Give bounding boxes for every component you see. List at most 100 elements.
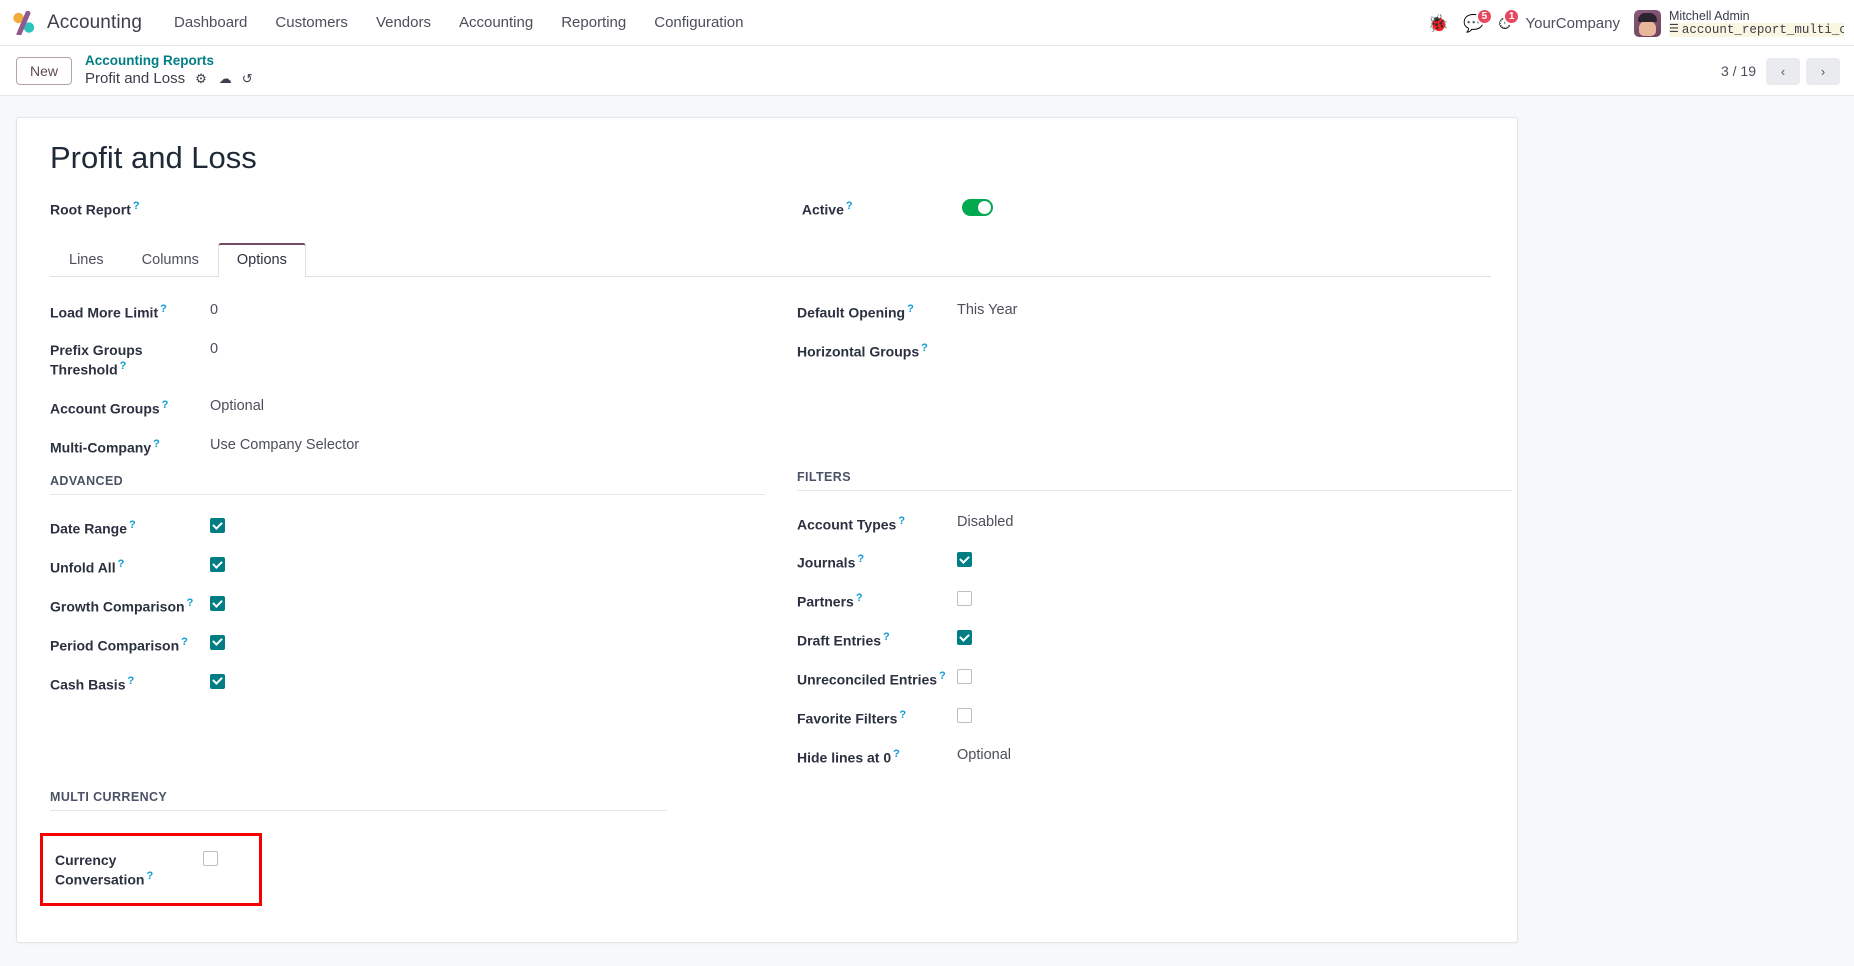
help-icon-account-types[interactable]: ? bbox=[898, 515, 905, 527]
pager-previous-button[interactable]: ‹ bbox=[1766, 57, 1800, 85]
field-label-horizontal-groups: Horizontal Groups? bbox=[797, 340, 957, 361]
checkbox-cash-basis[interactable] bbox=[210, 673, 225, 689]
discard-undo-icon[interactable]: ↺ bbox=[242, 71, 253, 87]
prefix-groups-threshold-label-text: Prefix Groups Threshold bbox=[50, 341, 143, 378]
field-value-account-types[interactable]: Disabled bbox=[957, 513, 1013, 530]
help-icon-unfold-all[interactable]: ? bbox=[118, 558, 125, 570]
help-icon-root-report[interactable]: ? bbox=[133, 200, 140, 212]
account-types-label-text: Account Types bbox=[797, 516, 897, 533]
help-icon-account-groups[interactable]: ? bbox=[162, 399, 169, 411]
gear-icon[interactable]: ⚙ bbox=[195, 71, 207, 87]
menu-item-accounting[interactable]: Accounting bbox=[445, 8, 547, 37]
header-right-column: Active? bbox=[770, 198, 1491, 237]
help-icon-period-comparison[interactable]: ? bbox=[181, 636, 188, 648]
new-button[interactable]: New bbox=[16, 56, 73, 85]
field-root-report: Root Report? bbox=[50, 198, 770, 219]
menu-item-dashboard[interactable]: Dashboard bbox=[160, 8, 261, 37]
tab-columns[interactable]: Columns bbox=[123, 243, 218, 277]
field-date-range: Date Range? bbox=[50, 517, 765, 538]
field-horizontal-groups: Horizontal Groups? bbox=[797, 340, 1512, 361]
section-title-advanced: ADVANCED bbox=[50, 474, 124, 489]
pager-next-button[interactable]: › bbox=[1806, 57, 1840, 85]
field-value-load-more-limit[interactable]: 0 bbox=[210, 301, 218, 318]
record-pager: 3 / 19 ‹ › bbox=[1721, 46, 1840, 96]
checkbox-unreconciled-entries[interactable] bbox=[957, 668, 972, 684]
checkbox-partners[interactable] bbox=[957, 591, 972, 607]
checkbox-date-range[interactable] bbox=[210, 518, 225, 534]
field-load-more-limit: Load More Limit? 0 bbox=[50, 301, 765, 322]
form-view-area: Profit and Loss Root Report? Active? Lin… bbox=[0, 96, 1854, 966]
checkbox-period-comparison[interactable] bbox=[210, 634, 225, 650]
menu-item-configuration[interactable]: Configuration bbox=[640, 8, 757, 37]
field-label-cash-basis: Cash Basis? bbox=[50, 673, 210, 694]
field-label-unreconciled-entries: Unreconciled Entries? bbox=[797, 668, 957, 689]
active-toggle[interactable] bbox=[961, 199, 993, 216]
help-icon-growth-comparison[interactable]: ? bbox=[187, 597, 194, 609]
field-favorite-filters: Favorite Filters? bbox=[797, 707, 1512, 728]
section-title-filters: FILTERS bbox=[797, 469, 851, 484]
breadcrumb-parent-link[interactable]: Accounting Reports bbox=[85, 53, 253, 69]
menu-item-reporting[interactable]: Reporting bbox=[547, 8, 640, 37]
breadcrumb: Accounting Reports Profit and Loss ⚙ ☁ ↺ bbox=[85, 53, 253, 87]
field-value-hide-lines-at-zero[interactable]: Optional bbox=[957, 746, 1011, 763]
header-left-column: Root Report? bbox=[50, 198, 770, 237]
help-icon-currency-conversation[interactable]: ? bbox=[146, 870, 153, 882]
cloud-upload-icon[interactable]: ☁ bbox=[219, 71, 232, 87]
favorite-filters-label-text: Favorite Filters bbox=[797, 710, 898, 727]
activities-clock-icon[interactable]: ⏱ 1 bbox=[1498, 7, 1521, 32]
currency-conversation-label-line1: Currency bbox=[55, 851, 117, 868]
field-journals: Journals? bbox=[797, 551, 1512, 572]
help-icon-unreconciled-entries[interactable]: ? bbox=[939, 670, 946, 682]
company-switcher[interactable]: YourCompany bbox=[1525, 15, 1620, 32]
field-label-currency-conversation: Currency Conversation? bbox=[55, 850, 203, 889]
menu-item-customers[interactable]: Customers bbox=[261, 8, 362, 37]
unreconciled-entries-label-text: Unreconciled Entries bbox=[797, 671, 938, 688]
checkbox-journals[interactable] bbox=[957, 552, 972, 568]
help-icon-prefix-groups-threshold[interactable]: ? bbox=[120, 360, 127, 372]
bug-icon[interactable]: 🐞 bbox=[1428, 15, 1449, 32]
field-value-account-groups[interactable]: Optional bbox=[210, 397, 264, 414]
top-navbar: Accounting Dashboard Customers Vendors A… bbox=[0, 0, 1854, 46]
help-icon-horizontal-groups[interactable]: ? bbox=[921, 342, 928, 354]
brand-home-link[interactable]: Accounting bbox=[10, 10, 142, 36]
field-value-prefix-groups-threshold[interactable]: 0 bbox=[210, 340, 218, 357]
help-icon-default-opening[interactable]: ? bbox=[907, 303, 914, 315]
help-icon-load-more-limit[interactable]: ? bbox=[160, 303, 167, 315]
messages-icon[interactable]: 💬 5 bbox=[1463, 7, 1494, 32]
help-icon-favorite-filters[interactable]: ? bbox=[899, 709, 906, 721]
checkbox-favorite-filters[interactable] bbox=[957, 707, 972, 723]
menu-item-vendors[interactable]: Vendors bbox=[362, 8, 445, 37]
help-icon-date-range[interactable]: ? bbox=[129, 519, 136, 531]
page-title: Profit and Loss bbox=[50, 140, 257, 175]
checkbox-growth-comparison[interactable] bbox=[210, 596, 225, 612]
help-icon-cash-basis[interactable]: ? bbox=[127, 675, 134, 687]
user-menu[interactable]: Mitchell Admin ☰ account_report_multi_cu… bbox=[1634, 9, 1844, 38]
date-range-label-text: Date Range bbox=[50, 521, 128, 538]
checkbox-unfold-all[interactable] bbox=[210, 557, 225, 573]
field-active: Active? bbox=[802, 198, 1491, 219]
help-icon-active[interactable]: ? bbox=[846, 200, 853, 212]
field-value-default-opening[interactable]: This Year bbox=[957, 301, 1017, 318]
field-partners: Partners? bbox=[797, 590, 1512, 611]
user-text: Mitchell Admin ☰ account_report_multi_cu… bbox=[1669, 9, 1844, 38]
checkbox-draft-entries[interactable] bbox=[957, 630, 972, 646]
checkbox-currency-conversation[interactable] bbox=[203, 850, 218, 866]
field-multi-company: Multi-Company? Use Company Selector bbox=[50, 436, 765, 457]
tab-options[interactable]: Options bbox=[217, 242, 306, 277]
hide-lines-at-zero-label-text: Hide lines at 0 bbox=[797, 749, 892, 766]
help-icon-draft-entries[interactable]: ? bbox=[883, 631, 890, 643]
multi-company-label-text: Multi-Company bbox=[50, 439, 152, 456]
field-label-load-more-limit: Load More Limit? bbox=[50, 301, 210, 322]
pager-count: 3 / 19 bbox=[1720, 63, 1756, 79]
help-icon-partners[interactable]: ? bbox=[856, 592, 863, 604]
tab-lines[interactable]: Lines bbox=[50, 243, 123, 277]
breadcrumb-current-row: Profit and Loss ⚙ ☁ ↺ bbox=[85, 70, 253, 88]
section-title-multi-currency: MULTI CURRENCY bbox=[50, 789, 168, 804]
field-growth-comparison: Growth Comparison? bbox=[50, 595, 765, 616]
help-icon-multi-company[interactable]: ? bbox=[153, 438, 160, 450]
account-groups-label-text: Account Groups bbox=[50, 400, 160, 417]
help-icon-hide-lines-at-zero[interactable]: ? bbox=[893, 748, 900, 760]
field-value-multi-company[interactable]: Use Company Selector bbox=[210, 436, 359, 453]
help-icon-journals[interactable]: ? bbox=[857, 553, 864, 565]
field-label-unfold-all: Unfold All? bbox=[50, 556, 210, 577]
